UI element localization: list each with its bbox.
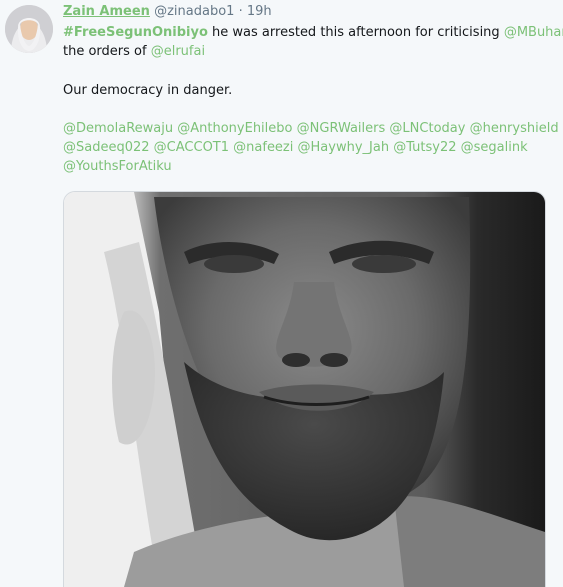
mention-list-line: @Sadeeq022 @CACCOT1 @nafeezi @Haywhy_Jah…: [63, 138, 558, 157]
tweet-timestamp[interactable]: 19h: [247, 4, 272, 19]
mention-link[interactable]: @DemolaRewaju: [63, 121, 173, 136]
mention-link[interactable]: @segalink: [461, 140, 528, 155]
mention-link[interactable]: @NGRWailers: [297, 121, 386, 136]
mention-link[interactable]: @CACCOT1: [154, 140, 229, 155]
mention-list-line: @DemolaRewaju @AnthonyEhilebo @NGRWailer…: [63, 119, 559, 138]
tweet-header: Zain Ameen @zinadabo1 · 19h: [63, 3, 272, 21]
mention-link[interactable]: @Sadeeq022: [63, 140, 150, 155]
tweet-text: #FreeSegunOnibiyo he was arrested this a…: [63, 23, 563, 176]
avatar-image: [5, 5, 53, 53]
header-separator: ·: [238, 4, 243, 19]
photo-image: [64, 192, 545, 587]
mention-link[interactable]: @MBuhari: [504, 25, 563, 40]
mention-link[interactable]: @YouthsForAtiku: [63, 159, 172, 174]
tweet-photo[interactable]: [63, 191, 546, 587]
hashtag-link[interactable]: #FreeSegunOnibiyo: [63, 25, 208, 40]
tweet-text-segment: the orders of: [63, 44, 151, 59]
mention-link[interactable]: @LNCtoday: [389, 121, 465, 136]
tweet-text-segment: he was arrested this afternoon for criti…: [207, 25, 504, 40]
tweet-card: Zain Ameen @zinadabo1 · 19h #FreeSegunOn…: [0, 0, 563, 587]
mention-link[interactable]: @nafeezi: [233, 140, 293, 155]
mention-list-line: @YouthsForAtiku: [63, 157, 558, 176]
mention-link[interactable]: @elrufai: [151, 44, 205, 59]
mention-link[interactable]: @Haywhy_Jah: [298, 140, 390, 155]
mention-link[interactable]: @henryshield: [470, 121, 559, 136]
tweet-text-line-1: #FreeSegunOnibiyo he was arrested this a…: [63, 23, 563, 42]
tweet-text-line-3: Our democracy in danger.: [63, 83, 233, 98]
avatar[interactable]: [5, 5, 53, 53]
mention-list: @DemolaRewaju @AnthonyEhilebo @NGRWailer…: [63, 119, 559, 176]
tweet-text-line-2: the orders of @elrufai: [63, 42, 558, 61]
mention-link[interactable]: @Tutsy22: [393, 140, 456, 155]
mention-link[interactable]: @AnthonyEhilebo: [177, 121, 292, 136]
author-handle[interactable]: @zinadabo1: [154, 4, 234, 19]
author-display-name[interactable]: Zain Ameen: [63, 4, 150, 19]
